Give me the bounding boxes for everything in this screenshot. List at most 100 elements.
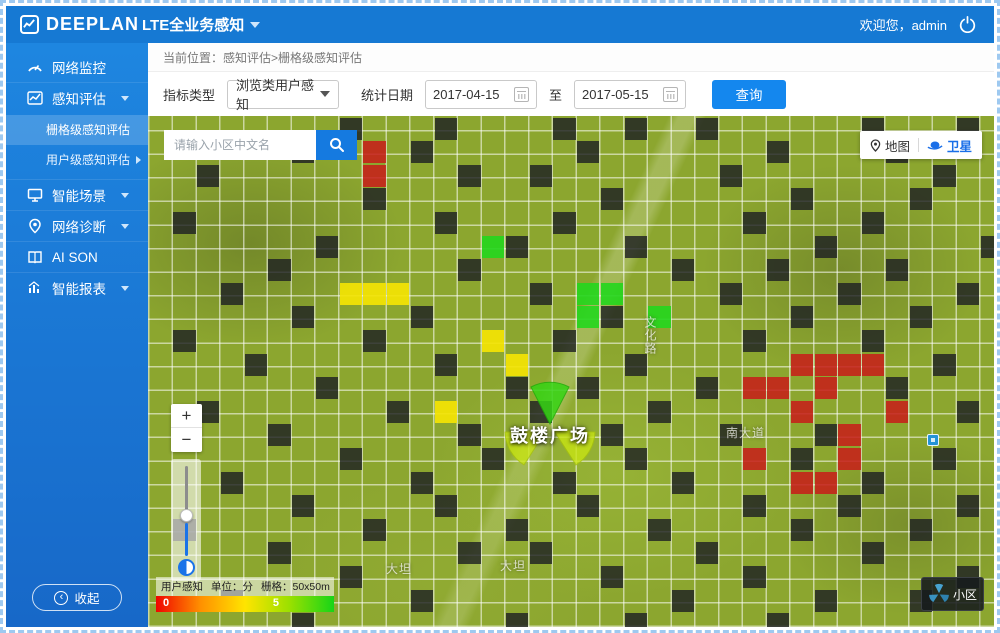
map-canvas[interactable]: 文化路南大道大坦大坦 鼓楼广场 [148,116,994,627]
sidebar-item-network-diagnosis[interactable]: 网络诊断 [6,210,148,241]
zoom-control: + − [171,404,202,452]
grid-cell [435,212,457,234]
app-frame: DEEPLAN LTE全业务感知 欢迎您，admin 网络监控 [0,0,1000,633]
search-button[interactable] [316,130,357,160]
grid-cell [743,212,765,234]
legend-gradient-bar: 0 5 [156,596,334,612]
grid-cell [363,165,385,187]
indicator-type-label: 指标类型 [163,85,215,104]
grid-cell [197,165,219,187]
grid-cell [577,283,599,305]
grid-cell [173,212,195,234]
grid-cell [435,495,457,517]
book-icon [26,249,43,266]
map-pin-icon [870,139,881,152]
map-type-toggle: 地图 卫星 [860,131,982,159]
grid-cell [625,354,647,376]
grid-cell [458,259,480,281]
grid-cell [886,377,908,399]
slider-track-lower[interactable] [185,523,188,556]
poi-marker-icon[interactable] [927,434,939,446]
grid-cell [910,519,932,541]
grid-cell [815,354,837,376]
collapse-sidebar-button[interactable]: ‹ 收起 [32,584,122,611]
sidebar-item-grid-level-eval[interactable]: 栅格级感知评估 [6,115,148,145]
toggle-map-label: 地图 [885,136,910,155]
road-label: 南大道 [726,424,765,441]
brand-logo: DEEPLAN [6,14,128,35]
toggle-map-mode[interactable]: 地图 [870,136,910,155]
grid-cell [767,259,789,281]
contrast-icon [178,559,195,576]
sidebar-item-network-monitor[interactable]: 网络监控 [6,51,148,82]
grid-cell [625,613,647,627]
grid-cell [387,283,409,305]
place-label: 鼓楼广场 [470,422,630,448]
sidebar-item-perception-eval[interactable]: 感知评估 [6,82,148,113]
legend-min: 0 [163,597,169,609]
grid-cell [743,495,765,517]
search-input[interactable] [164,130,316,160]
grid-cell [815,424,837,446]
perception-eval-submenu: 栅格级感知评估 用户级感知评估 [6,113,148,179]
grid-cell [316,236,338,258]
toggle-satellite-mode[interactable]: 卫星 [927,136,972,155]
main-content: 当前位置：感知评估>栅格级感知评估 指标类型 浏览类用户感知 统计日期 2017… [148,43,994,627]
legend-title: 用户感知 [161,579,203,594]
cell-layer-button[interactable]: 小区 [921,577,984,611]
toggle-divider [918,138,919,152]
query-button[interactable]: 查询 [712,80,786,109]
date-to-input[interactable]: 2017-05-15 [574,80,686,109]
sidebar-item-smart-report[interactable]: 智能报表 [6,272,148,303]
sidebar-item-label: AI SON [52,250,98,265]
grid-cell [648,401,670,423]
chevron-down-icon [250,22,260,28]
power-icon[interactable] [959,16,976,33]
filter-bar: 指标类型 浏览类用户感知 统计日期 2017-04-15 至 2017-05-1… [148,72,994,116]
grid-cell [435,118,457,140]
app-title-menu[interactable]: LTE全业务感知 [142,14,260,35]
grid-cell [340,566,362,588]
grid-cell [316,377,338,399]
indicator-type-value: 浏览类用户感知 [236,75,320,113]
grid-cell [458,542,480,564]
grid-cell [933,448,955,470]
grid-cell [815,236,837,258]
legend-grid-size: 栅格：50x50m [261,579,330,594]
grid-cell [791,472,813,494]
sidebar-item-user-level-eval[interactable]: 用户级感知评估 [6,145,148,175]
grid-cell [625,448,647,470]
grid-cell [672,590,694,612]
grid-cell [981,236,994,258]
zoom-in-button[interactable]: + [171,404,202,428]
line-chart-icon [26,90,43,107]
slider-handle[interactable] [180,509,193,522]
grid-cell [862,542,884,564]
sidebar-item-label: 智能场景 [52,185,106,205]
grid-cell [791,401,813,423]
grid-cell [862,212,884,234]
grid-cell [482,236,504,258]
grid-cell [838,424,860,446]
indicator-type-select[interactable]: 浏览类用户感知 [227,80,339,109]
grid-cell [672,259,694,281]
slider-track-upper[interactable] [185,466,188,512]
grid-cell [268,259,290,281]
grid-cell [886,259,908,281]
chevron-left-icon: ‹ [54,591,68,605]
grid-cell [957,401,979,423]
grid-cell [363,188,385,210]
grid-cell [886,401,908,423]
road-label: 大坦 [500,557,526,574]
sidebar-item-ai-son[interactable]: AI SON [6,241,148,272]
grid-cells-layer [148,116,994,627]
grid-cell [696,118,718,140]
sidebar-item-label: 网络诊断 [52,216,106,236]
grid-cell [601,283,623,305]
stat-date-label: 统计日期 [361,85,413,104]
date-from-input[interactable]: 2017-04-15 [425,80,537,109]
zoom-out-button[interactable]: − [171,428,202,452]
grid-cell [458,165,480,187]
sidebar-item-smart-scene[interactable]: 智能场景 [6,179,148,210]
grid-cell [862,330,884,352]
